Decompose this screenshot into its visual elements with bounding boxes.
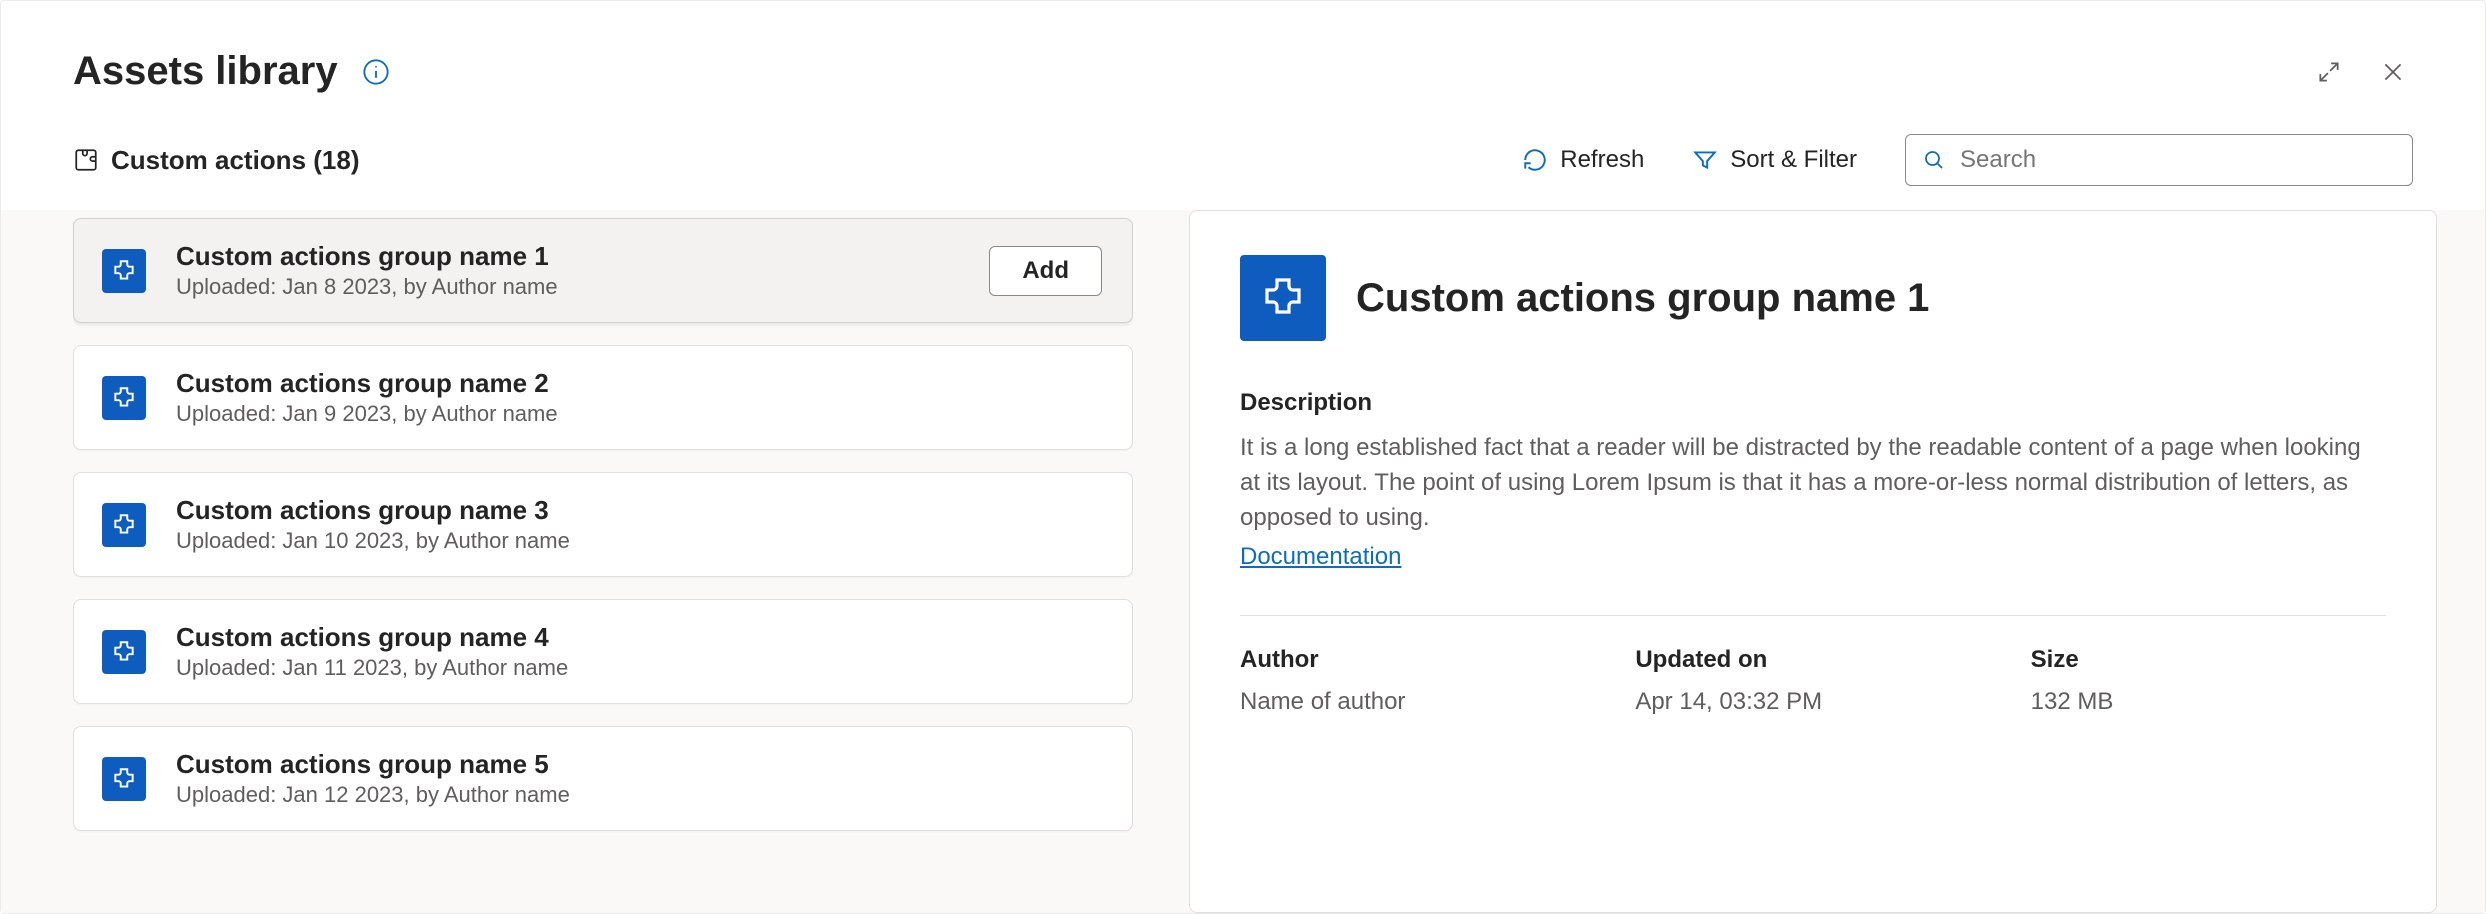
puzzle-icon — [73, 147, 99, 173]
details-title: Custom actions group name 1 — [1356, 276, 1929, 321]
list-item-subtitle: Uploaded: Jan 11 2023, by Author name — [176, 655, 1102, 681]
size-value: 132 MB — [2031, 688, 2386, 716]
add-button[interactable]: Add — [989, 246, 1102, 296]
author-value: Name of author — [1240, 688, 1595, 716]
close-icon[interactable] — [2373, 52, 2413, 92]
documentation-link[interactable]: Documentation — [1240, 543, 1401, 571]
filter-icon — [1692, 147, 1718, 173]
panel-header: Assets library — [1, 1, 2485, 114]
search-icon — [1922, 148, 1946, 172]
list-item-title: Custom actions group name 4 — [176, 622, 1102, 653]
actions-list: Custom actions group name 1 Uploaded: Ja… — [73, 210, 1133, 913]
subtitle: Custom actions (18) — [73, 145, 360, 176]
body: Custom actions group name 1 Uploaded: Ja… — [1, 210, 2485, 913]
list-item[interactable]: Custom actions group name 3 Uploaded: Ja… — [73, 472, 1133, 577]
list-item[interactable]: Custom actions group name 5 Uploaded: Ja… — [73, 726, 1133, 831]
sort-filter-label: Sort & Filter — [1730, 146, 1857, 174]
list-item[interactable]: Custom actions group name 4 Uploaded: Ja… — [73, 599, 1133, 704]
list-item[interactable]: Custom actions group name 1 Uploaded: Ja… — [73, 218, 1133, 323]
updated-value: Apr 14, 03:32 PM — [1635, 688, 1990, 716]
details-panel: Custom actions group name 1 Description … — [1189, 210, 2437, 913]
search-input[interactable] — [1960, 146, 2396, 174]
list-item-subtitle: Uploaded: Jan 8 2023, by Author name — [176, 274, 989, 300]
refresh-icon — [1522, 147, 1548, 173]
list-item-subtitle: Uploaded: Jan 12 2023, by Author name — [176, 782, 1102, 808]
assets-library-panel: Assets library — [0, 0, 2486, 914]
puzzle-icon — [1240, 255, 1326, 341]
description-text: It is a long established fact that a rea… — [1240, 431, 2386, 535]
toolbar: Custom actions (18) Refresh Sort & Filte… — [1, 114, 2485, 210]
list-item-subtitle: Uploaded: Jan 10 2023, by Author name — [176, 528, 1102, 554]
list-item-title: Custom actions group name 5 — [176, 749, 1102, 780]
puzzle-icon — [102, 249, 146, 293]
expand-icon[interactable] — [2309, 52, 2349, 92]
page-title: Assets library — [73, 49, 338, 94]
details-header: Custom actions group name 1 — [1240, 255, 2386, 341]
info-icon[interactable] — [362, 58, 390, 86]
puzzle-icon — [102, 630, 146, 674]
divider — [1240, 615, 2386, 616]
description-label: Description — [1240, 389, 2386, 417]
list-item-title: Custom actions group name 3 — [176, 495, 1102, 526]
refresh-button[interactable]: Refresh — [1522, 146, 1644, 174]
puzzle-icon — [102, 503, 146, 547]
list-item-subtitle: Uploaded: Jan 9 2023, by Author name — [176, 401, 1102, 427]
list-item-title: Custom actions group name 1 — [176, 241, 989, 272]
puzzle-icon — [102, 376, 146, 420]
puzzle-icon — [102, 757, 146, 801]
refresh-label: Refresh — [1560, 146, 1644, 174]
sort-filter-button[interactable]: Sort & Filter — [1692, 146, 1857, 174]
meta-row: Author Name of author Updated on Apr 14,… — [1240, 646, 2386, 716]
updated-label: Updated on — [1635, 646, 1990, 674]
size-label: Size — [2031, 646, 2386, 674]
author-label: Author — [1240, 646, 1595, 674]
list-item-title: Custom actions group name 2 — [176, 368, 1102, 399]
search-field[interactable] — [1905, 134, 2413, 186]
list-item[interactable]: Custom actions group name 2 Uploaded: Ja… — [73, 345, 1133, 450]
subtitle-label: Custom actions (18) — [111, 145, 360, 176]
